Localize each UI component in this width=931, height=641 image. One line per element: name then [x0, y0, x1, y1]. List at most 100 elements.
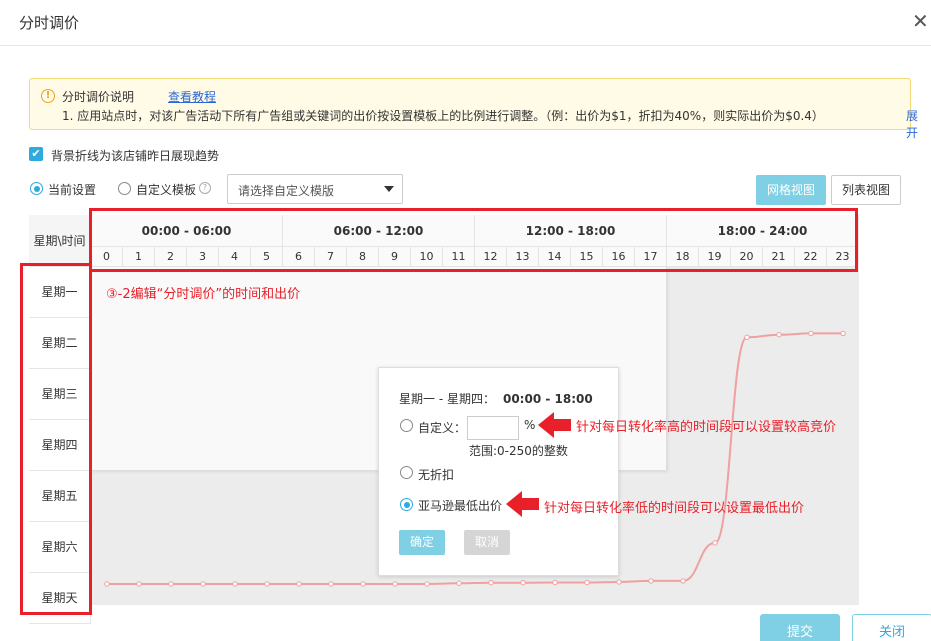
hour-header[interactable]: 5: [251, 247, 283, 267]
popup-days: 星期一 - 星期四：: [399, 392, 495, 406]
trend-point: [232, 581, 238, 587]
hour-header[interactable]: 18: [667, 247, 699, 267]
annotation-high: 针对每日转化率高的时间段可以设置较高竞价: [576, 420, 837, 435]
trend-point: [808, 330, 814, 337]
hour-header[interactable]: 10: [411, 247, 443, 267]
close-icon[interactable]: ✕: [912, 11, 929, 31]
hour-header[interactable]: 8: [347, 247, 379, 267]
trend-point: [744, 334, 750, 340]
chevron-down-icon: [384, 186, 394, 192]
trend-point: [520, 580, 526, 586]
trend-point: [104, 581, 110, 587]
template-select-value: 请选择自定义模版: [238, 184, 335, 198]
arrow-left-icon: [538, 412, 571, 438]
trend-point: [200, 581, 206, 587]
notice-description: 1. 应用站点时，对该广告活动下所有广告组或关键词的出价按设置模板上的比例进行调…: [62, 109, 824, 123]
custom-discount-radio[interactable]: [400, 419, 413, 432]
trend-point: [296, 581, 302, 587]
annotation-step: ③-2编辑“分时调价”的时间和出价: [106, 287, 301, 302]
time-range-header[interactable]: 18:00 - 24:00: [667, 215, 859, 247]
help-icon[interactable]: ?: [199, 182, 211, 194]
hour-header[interactable]: 6: [283, 247, 315, 267]
trend-point: [424, 581, 430, 587]
amazon-min-bid-radio[interactable]: [400, 498, 413, 511]
bid-edit-popup: 星期一 - 星期四： 00:00 - 18:00 自定义： % 范围:0-250的…: [378, 367, 619, 576]
amazon-min-bid-label: 亚马逊最低出价: [418, 499, 503, 513]
confirm-button[interactable]: 确定: [399, 530, 445, 555]
day-label[interactable]: 星期二: [29, 318, 91, 369]
percent-sign: %: [524, 418, 536, 432]
day-label[interactable]: 星期四: [29, 420, 91, 471]
trend-point: [584, 579, 590, 586]
hour-header[interactable]: 21: [763, 247, 795, 267]
grid-view-button[interactable]: 网格视图: [756, 175, 826, 205]
hour-header[interactable]: 16: [603, 247, 635, 267]
day-label[interactable]: 星期天: [29, 573, 91, 624]
trend-point: [360, 581, 366, 587]
hour-header[interactable]: 11: [443, 247, 475, 267]
trend-point: [648, 578, 654, 584]
trend-point: [392, 581, 398, 587]
trend-point: [264, 581, 270, 587]
trend-point: [840, 330, 846, 337]
trend-point: [136, 581, 142, 587]
current-setting-radio[interactable]: [30, 182, 43, 195]
range-hint: 范围:0-250的整数: [469, 444, 568, 458]
close-button[interactable]: 关闭: [852, 614, 931, 641]
annotation-low: 针对每日转化率低的时间段可以设置最低出价: [544, 501, 805, 516]
hour-header[interactable]: 13: [507, 247, 539, 267]
popup-time: 00:00 - 18:00: [502, 392, 593, 406]
template-select[interactable]: 请选择自定义模版: [227, 174, 403, 204]
hour-header[interactable]: 0: [91, 247, 123, 267]
trend-point: [456, 580, 462, 586]
time-range-header[interactable]: 12:00 - 18:00: [475, 215, 667, 247]
arrow-left-icon: [506, 491, 539, 517]
day-label[interactable]: 星期五: [29, 471, 91, 522]
hour-header[interactable]: 3: [187, 247, 219, 267]
grid-header: 00:00 - 06:00 06:00 - 12:00 12:00 - 18:00 1…: [91, 215, 859, 267]
day-label[interactable]: 星期一: [29, 267, 91, 318]
trend-point: [616, 579, 622, 585]
hour-header[interactable]: 1: [123, 247, 155, 267]
tutorial-link[interactable]: 查看教程: [168, 88, 216, 105]
time-range-header[interactable]: 00:00 - 06:00: [91, 215, 283, 247]
no-discount-label: 无折扣: [418, 468, 455, 482]
hour-header[interactable]: 17: [635, 247, 667, 267]
current-setting-label: 当前设置: [48, 183, 97, 197]
hour-header[interactable]: 9: [379, 247, 411, 267]
submit-button[interactable]: 提交: [760, 614, 840, 641]
hour-header[interactable]: 15: [571, 247, 603, 267]
custom-template-radio[interactable]: [118, 182, 131, 195]
trend-point: [552, 579, 558, 586]
hour-header[interactable]: 7: [315, 247, 347, 267]
trend-point: [168, 581, 174, 587]
day-label[interactable]: 星期三: [29, 369, 91, 420]
hour-header[interactable]: 2: [155, 247, 187, 267]
hour-header[interactable]: 23: [827, 247, 859, 267]
custom-template-label: 自定义模板: [136, 183, 197, 197]
trend-point: [680, 578, 686, 584]
hour-header[interactable]: 20: [731, 247, 763, 267]
trend-point: [328, 581, 334, 587]
no-discount-radio[interactable]: [400, 466, 413, 479]
trend-point: [488, 580, 494, 586]
trend-point: [776, 332, 782, 338]
list-view-button[interactable]: 列表视图: [831, 175, 901, 205]
dialog-title: 分时调价: [19, 14, 80, 32]
hour-header[interactable]: 19: [699, 247, 731, 267]
hour-header[interactable]: 22: [795, 247, 827, 267]
warning-icon: !: [41, 89, 55, 103]
hour-header[interactable]: 12: [475, 247, 507, 267]
time-range-header[interactable]: 06:00 - 12:00: [283, 215, 475, 247]
hour-header[interactable]: 14: [539, 247, 571, 267]
cancel-button[interactable]: 取消: [464, 530, 510, 555]
custom-discount-label: 自定义：: [418, 421, 467, 435]
dialog-title-bar: 分时调价 ✕: [0, 0, 931, 46]
expand-link[interactable]: 展开: [906, 107, 918, 141]
checkbox-checked-icon[interactable]: ✔: [29, 147, 43, 161]
day-label[interactable]: 星期六: [29, 522, 91, 573]
trend-checkbox-label: 背景折线为该店铺昨日展现趋势: [51, 149, 220, 163]
hour-header[interactable]: 4: [219, 247, 251, 267]
notice-banner: ! 分时调价说明 查看教程 1. 应用站点时，对该广告活动下所有广告组或关键词的…: [29, 78, 918, 140]
custom-discount-input[interactable]: [467, 416, 519, 440]
